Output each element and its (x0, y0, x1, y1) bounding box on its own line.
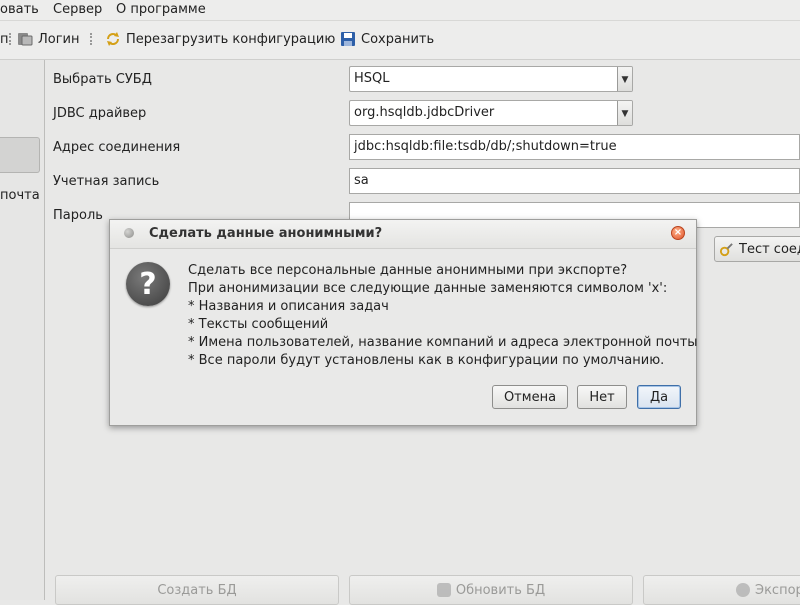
toolbar: п Логин Перезагрузить конфигурацию Сохра… (0, 21, 800, 60)
create-db-button[interactable]: Создать БД (55, 575, 339, 605)
no-label: Нет (589, 389, 615, 405)
cancel-label: Отмена (503, 389, 557, 405)
dbms-dropdown-icon[interactable]: ▼ (617, 67, 632, 91)
dialog-message-line: * Тексты сообщений (188, 317, 329, 332)
toolbar-separator (90, 33, 94, 45)
yes-button[interactable]: Да (637, 385, 681, 409)
question-icon: ? (126, 262, 170, 306)
create-db-label: Создать БД (157, 582, 237, 598)
password-label: Пароль (53, 208, 103, 223)
driver-select-value: org.hsqldb.jdbcDriver (354, 105, 495, 120)
account-input-value: sa (354, 173, 369, 188)
left-nav-selected-item[interactable] (0, 137, 40, 173)
left-nav-pane: почта (0, 60, 45, 600)
dialog-title: Сделать данные анонимными? (149, 226, 383, 241)
url-input[interactable]: jdbc:hsqldb:file:tsdb/db/;shutdown=true (349, 134, 800, 160)
window-menu-icon[interactable] (124, 228, 134, 238)
toolbar-partial-label: п (0, 31, 9, 47)
driver-label: JDBC драйвер (53, 106, 147, 121)
export-label: Экспор (755, 582, 800, 598)
menubar: овать Сервер О программе (0, 0, 800, 21)
login-icon (18, 33, 33, 46)
dialog-message-line: * Все пароли будут установлены как в кон… (188, 353, 665, 368)
test-connection-icon (719, 242, 733, 256)
url-input-value: jdbc:hsqldb:file:tsdb/db/;shutdown=true (354, 139, 617, 154)
dialog-message-line: При анонимизации все следующие данные за… (188, 281, 668, 296)
dialog-message-line: * Названия и описания задач (188, 299, 389, 314)
export-button[interactable]: Экспор (643, 575, 800, 605)
test-connection-label: Тест соед (739, 241, 800, 257)
anonymize-dialog: Сделать данные анонимными? × ? Сделать в… (109, 219, 698, 426)
test-connection-button[interactable]: Тест соед (714, 236, 800, 262)
no-button[interactable]: Нет (577, 385, 627, 409)
driver-dropdown-icon[interactable]: ▼ (617, 101, 632, 125)
update-db-label: Обновить БД (455, 582, 546, 598)
reload-config-button[interactable]: Перезагрузить конфигурацию (105, 29, 335, 49)
url-label: Адрес соединения (53, 140, 181, 155)
dbms-select-value: HSQL (354, 71, 390, 86)
account-label: Учетная запись (53, 174, 160, 189)
reload-config-label: Перезагрузить конфигурацию (126, 31, 336, 47)
menu-item-about[interactable]: О программе (116, 2, 206, 17)
login-label: Логин (38, 31, 80, 47)
login-button[interactable]: Логин (17, 29, 80, 49)
update-db-icon (436, 583, 451, 597)
save-icon (341, 32, 355, 46)
dialog-titlebar[interactable]: Сделать данные анонимными? × (110, 220, 696, 249)
menu-item-partial[interactable]: овать (0, 2, 39, 17)
close-icon[interactable]: × (671, 226, 685, 240)
menu-item-server[interactable]: Сервер (53, 2, 102, 17)
driver-select[interactable]: org.hsqldb.jdbcDriver ▼ (349, 100, 633, 126)
toolbar-separator (9, 33, 13, 45)
dbms-select[interactable]: HSQL ▼ (349, 66, 633, 92)
cancel-button[interactable]: Отмена (492, 385, 568, 409)
dialog-message-line: Сделать все персональные данные анонимны… (188, 263, 628, 278)
reload-icon (107, 32, 119, 46)
dialog-message-line: * Имена пользователей, название компаний… (188, 335, 698, 350)
yes-label: Да (649, 389, 669, 405)
toolbar-partial-button[interactable]: п (0, 29, 9, 49)
update-db-button[interactable]: Обновить БД (349, 575, 633, 605)
left-nav-item-mail[interactable]: почта (0, 188, 40, 203)
dbms-label: Выбрать СУБД (53, 72, 152, 87)
account-input[interactable]: sa (349, 168, 800, 194)
export-icon (736, 583, 750, 597)
save-button[interactable]: Сохранить (340, 29, 434, 49)
save-label: Сохранить (361, 31, 435, 47)
